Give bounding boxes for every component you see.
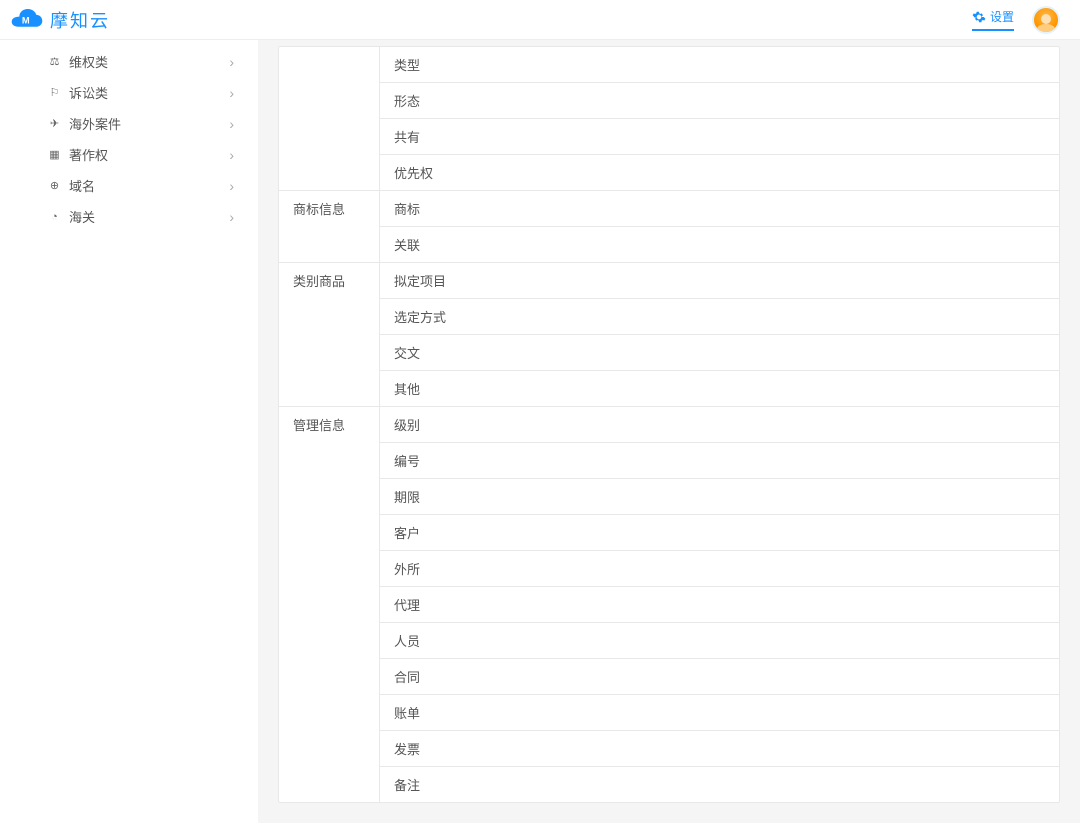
- book-icon: ▦: [48, 148, 61, 161]
- config-row[interactable]: 关联: [380, 226, 1059, 262]
- config-group: 商标信息商标关联: [279, 190, 1059, 262]
- sidebar-item-label: 诉讼类: [69, 83, 108, 102]
- group-rows: 类型形态共有优先权: [379, 47, 1059, 190]
- config-row[interactable]: 类型: [380, 47, 1059, 82]
- config-row[interactable]: 代理: [380, 586, 1059, 622]
- app-header: M 摩知云 设置: [0, 0, 1080, 40]
- config-row[interactable]: 账单: [380, 694, 1059, 730]
- chevron-right-icon: ›: [229, 209, 234, 225]
- chevron-right-icon: ›: [229, 147, 234, 163]
- config-row[interactable]: 选定方式: [380, 298, 1059, 334]
- config-group: 类别商品拟定项目选定方式交文其他: [279, 262, 1059, 406]
- brand-cloud-icon: M: [10, 8, 44, 32]
- group-label: 管理信息: [279, 407, 379, 802]
- config-row[interactable]: 客户: [380, 514, 1059, 550]
- sidebar-item-overseas[interactable]: ✈ 海外案件 ›: [0, 108, 258, 139]
- config-row[interactable]: 共有: [380, 118, 1059, 154]
- plane-icon: ✈: [48, 117, 61, 130]
- sidebar-item-copyright[interactable]: ▦ 著作权 ›: [0, 139, 258, 170]
- sidebar-item-label: 维权类: [69, 52, 108, 71]
- config-group: 管理信息级别编号期限客户外所代理人员合同账单发票备注: [279, 406, 1059, 802]
- sidebar: ⚖ 维权类 › ⚐ 诉讼类 › ✈ 海外案件 › ▦ 著作权 ›: [0, 40, 258, 823]
- sidebar-item-domain[interactable]: ⊕ 域名 ›: [0, 170, 258, 201]
- globe-icon: ⊕: [48, 179, 61, 192]
- sidebar-item-rights[interactable]: ⚖ 维权类 ›: [0, 46, 258, 77]
- config-row[interactable]: 形态: [380, 82, 1059, 118]
- sidebar-item-label: 域名: [69, 176, 95, 195]
- config-row[interactable]: 交文: [380, 334, 1059, 370]
- config-row[interactable]: 发票: [380, 730, 1059, 766]
- config-row[interactable]: 商标: [380, 191, 1059, 226]
- config-row[interactable]: 优先权: [380, 154, 1059, 190]
- config-row[interactable]: 外所: [380, 550, 1059, 586]
- config-row[interactable]: 合同: [380, 658, 1059, 694]
- group-rows: 拟定项目选定方式交文其他: [379, 263, 1059, 406]
- chevron-right-icon: ›: [229, 85, 234, 101]
- sidebar-item-litigation[interactable]: ⚐ 诉讼类 ›: [0, 77, 258, 108]
- gear-icon: [972, 10, 986, 24]
- sidebar-item-label: 海关: [69, 207, 95, 226]
- config-row[interactable]: 人员: [380, 622, 1059, 658]
- settings-link[interactable]: 设置: [972, 8, 1014, 31]
- group-rows: 商标关联: [379, 191, 1059, 262]
- settings-label: 设置: [990, 8, 1014, 25]
- scales-icon: ⚐: [48, 86, 61, 99]
- gavel-icon: ⚖: [48, 55, 61, 68]
- chevron-right-icon: ›: [229, 54, 234, 70]
- config-row[interactable]: 编号: [380, 442, 1059, 478]
- header-actions: 设置: [972, 6, 1060, 34]
- content-panel: 类型形态共有优先权商标信息商标关联类别商品拟定项目选定方式交文其他管理信息级别编…: [258, 40, 1080, 823]
- group-rows: 级别编号期限客户外所代理人员合同账单发票备注: [379, 407, 1059, 802]
- config-row[interactable]: 备注: [380, 766, 1059, 802]
- chevron-right-icon: ›: [229, 116, 234, 132]
- config-row[interactable]: 期限: [380, 478, 1059, 514]
- user-avatar[interactable]: [1032, 6, 1060, 34]
- brand: M 摩知云: [10, 7, 110, 33]
- sidebar-item-customs[interactable]: ◔ 海关 ›: [0, 201, 258, 232]
- sidebar-item-label: 著作权: [69, 145, 108, 164]
- config-row[interactable]: 级别: [380, 407, 1059, 442]
- svg-text:M: M: [22, 15, 30, 25]
- group-label: 商标信息: [279, 191, 379, 262]
- sidebar-item-label: 海外案件: [69, 114, 121, 133]
- clock-icon: ◔: [48, 210, 61, 223]
- config-row[interactable]: 拟定项目: [380, 263, 1059, 298]
- chevron-right-icon: ›: [229, 178, 234, 194]
- group-label: [279, 47, 379, 190]
- group-label: 类别商品: [279, 263, 379, 406]
- brand-name: 摩知云: [50, 7, 110, 33]
- config-table: 类型形态共有优先权商标信息商标关联类别商品拟定项目选定方式交文其他管理信息级别编…: [278, 46, 1060, 803]
- config-group: 类型形态共有优先权: [279, 47, 1059, 190]
- config-row[interactable]: 其他: [380, 370, 1059, 406]
